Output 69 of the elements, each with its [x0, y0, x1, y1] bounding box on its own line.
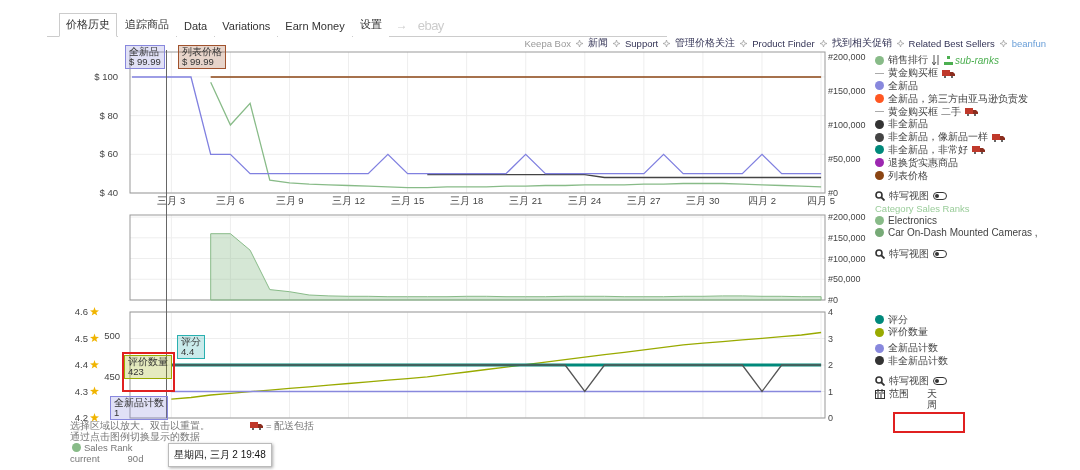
axis-label: 4 [828, 307, 833, 317]
hint-text: 选择区域以放大。双击以重置。 [70, 420, 210, 431]
axis-label: 三月 27 [627, 195, 661, 206]
axis-label: 四月 5 [807, 195, 836, 206]
axis-label: 450 [104, 370, 120, 382]
axis-label: 500 [104, 329, 120, 341]
axis-label: 三月 21 [509, 195, 543, 206]
sales-rank-label: Sales Rank [84, 442, 133, 453]
axis-label: #200,000 [828, 212, 866, 223]
legend-label: 全新品计数 [888, 341, 938, 355]
axis-label: 4.6 [74, 306, 88, 317]
hint-text: 通过点击图例切换显示的数据 [70, 431, 201, 442]
column-header: current [70, 453, 100, 464]
axis-label: 三月 12 [331, 195, 366, 206]
legend-label: 非全新品计数 [888, 353, 948, 368]
axis-label: $ 40 [99, 187, 118, 198]
axis-label: #100,000 [828, 120, 866, 130]
legend-label: 评分 [888, 312, 908, 327]
legend-label: 退换货实惠商品 [888, 155, 958, 170]
axis-label: 2 [828, 360, 833, 370]
close-up-label: 特写视图 [889, 246, 929, 261]
axis-label: 四月 2 [748, 195, 776, 206]
axis-label: 三月 15 [391, 195, 425, 206]
legend-label: 非全新品，像新品一样 [888, 130, 988, 144]
legend-label: Electronics [888, 214, 937, 226]
axis-label: 三月 9 [275, 195, 304, 206]
section-title: Category Sales Ranks [875, 202, 971, 214]
column-header: 90d [127, 453, 144, 464]
axis-label: $ 100 [94, 70, 118, 82]
legend-label: 黄金购买框 [888, 66, 938, 80]
axis-label: #150,000 [828, 86, 866, 96]
close-up-label: 特写视图 [889, 373, 929, 388]
tooltip: 列表价格 $ 99.99 [178, 45, 226, 69]
axis-label: #50,000 [828, 154, 861, 164]
legend-label: 全新品，第三方由亚马逊负责发 [888, 91, 1028, 106]
axis-label: #0 [828, 188, 838, 198]
axis-label: #50,000 [828, 274, 861, 285]
time-tooltip: 星期四, 三月 2 19:48 [168, 443, 272, 467]
truck-note: = 配送包括 [266, 420, 315, 431]
axis-label: 4.3 [74, 385, 88, 397]
legend-label: 非全新品，非常好 [888, 143, 968, 157]
tooltip: 全新品 $ 99.99 [125, 45, 165, 69]
axis-label: 3 [828, 333, 833, 344]
axis-label: $ 80 [99, 109, 118, 121]
axis-label: #100,000 [828, 253, 866, 264]
tooltip: 全新品计数 1 [110, 396, 168, 420]
axis-label: 三月 24 [568, 195, 602, 206]
legend-label: 全新品 [888, 79, 918, 93]
legend-label: 销售排行 [888, 53, 928, 67]
legend-label: 非全新品 [888, 117, 928, 131]
axis-label: 1 [828, 386, 833, 397]
axis-label: 三月 18 [450, 195, 484, 206]
legend-label: 黄金购买框 二手 [888, 104, 961, 118]
axis-label: 4.5 [74, 332, 88, 344]
axis-label: #0 [828, 295, 838, 305]
axis-label: 4.4 [74, 359, 88, 370]
arrow-glyph: → [394, 18, 409, 34]
tooltip: 评分 4.4 [177, 335, 205, 359]
range-label: 范围 [889, 386, 909, 401]
axis-label: 0 [828, 413, 833, 423]
axis-label: 三月 30 [686, 195, 720, 206]
close-up-label: 特写视图 [889, 189, 929, 204]
axis-label: #150,000 [828, 232, 866, 243]
legend-label: 列表价格 [888, 168, 928, 183]
axis-label: $ 60 [99, 148, 118, 160]
legend-label: 评价数量 [888, 325, 928, 340]
axis-label: #200,000 [828, 52, 866, 63]
axis-label: 三月 6 [216, 195, 245, 206]
legend-label: Car On-Dash Mounted Cameras , [888, 227, 1038, 239]
